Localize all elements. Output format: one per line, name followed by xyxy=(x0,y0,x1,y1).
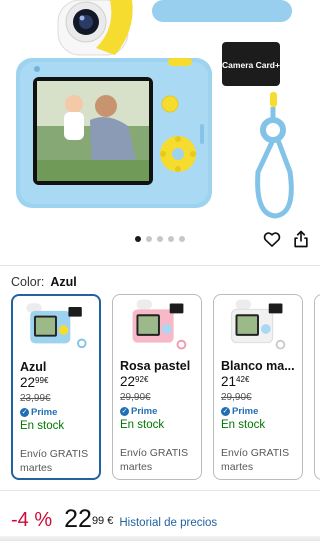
carousel-dot[interactable] xyxy=(179,236,185,242)
variant-name: Blanco ma... xyxy=(221,359,295,373)
variant-shipping: Envío GRATIS xyxy=(221,447,290,459)
variant-delivery-day: martes xyxy=(120,461,153,473)
price-fraction: 42 xyxy=(236,375,245,384)
section-divider xyxy=(0,265,320,266)
variant-thumbnail xyxy=(231,299,286,350)
variant-price: 2142€ xyxy=(221,374,249,389)
variant-price: 2292€ xyxy=(120,374,148,389)
variant-thumbnail xyxy=(132,299,187,350)
discount-percentage: -4 % xyxy=(11,509,53,531)
prime-label: Prime xyxy=(131,406,158,417)
variant-card-partial[interactable] xyxy=(314,294,320,480)
price-currency: € xyxy=(143,375,149,384)
variant-delivery-day: martes xyxy=(20,462,53,474)
variant-stock: En stock xyxy=(20,420,65,432)
price-history-link[interactable]: Historial de precios xyxy=(119,517,217,529)
heart-outline-icon[interactable] xyxy=(262,229,282,249)
price-currency: € xyxy=(107,515,114,527)
variant-price: 2299€ xyxy=(20,375,48,390)
variant-shipping: Envío GRATIS xyxy=(20,448,89,460)
current-price: 2299 € xyxy=(64,505,113,533)
price-fraction: 99 xyxy=(35,376,44,385)
variant-card-blanco[interactable]: Blanco ma... 2142€ 29,90€ ✓ Prime En stoc… xyxy=(213,294,303,480)
prime-badge: ✓ Prime xyxy=(221,406,258,417)
prime-check-icon: ✓ xyxy=(20,408,29,417)
variant-list-price: 23,99€ xyxy=(20,393,51,404)
color-variants-list: Azul 2299€ 23,99€ ✓ Prime En stock Envío … xyxy=(0,294,320,484)
carousel-dot[interactable] xyxy=(168,236,174,242)
price-currency: € xyxy=(43,376,49,385)
variant-shipping: Envío GRATIS xyxy=(120,447,189,459)
prime-badge: ✓ Prime xyxy=(20,407,57,418)
selected-color-value: Azul xyxy=(50,275,77,289)
product-image-carousel[interactable]: Camera Card+ xyxy=(0,0,320,228)
color-selector-label: Color: Azul xyxy=(11,275,77,289)
color-label: Color: xyxy=(11,275,45,289)
variant-list-price: 29,90€ xyxy=(120,392,151,403)
variant-name: Azul xyxy=(20,360,47,374)
price-summary: -4 % 2299 € Historial de precios xyxy=(11,505,217,533)
price-whole: 22 xyxy=(20,375,36,390)
share-icon[interactable] xyxy=(291,229,311,249)
variant-thumbnail xyxy=(26,303,87,349)
variant-list-price: 29,90€ xyxy=(221,392,252,403)
variant-stock: En stock xyxy=(221,419,266,431)
prime-label: Prime xyxy=(232,406,259,417)
variant-card-rosa-pastel[interactable]: Rosa pastel 2292€ 29,90€ ✓ Prime En stock… xyxy=(112,294,202,480)
prime-label: Prime xyxy=(31,407,58,418)
product-image: Camera Card+ xyxy=(16,0,294,219)
prime-check-icon: ✓ xyxy=(120,407,129,416)
variant-stock: En stock xyxy=(120,419,165,431)
price-whole: 22 xyxy=(64,505,92,533)
price-currency: € xyxy=(244,375,250,384)
carousel-dot[interactable] xyxy=(146,236,152,242)
section-divider xyxy=(0,490,320,491)
variant-card-azul[interactable]: Azul 2299€ 23,99€ ✓ Prime En stock Envío … xyxy=(11,294,101,480)
carousel-dot[interactable] xyxy=(135,236,141,242)
variant-name: Rosa pastel xyxy=(120,359,191,373)
prime-check-icon: ✓ xyxy=(221,407,230,416)
price-whole: 21 xyxy=(221,374,237,389)
variant-delivery-day: martes xyxy=(221,461,254,473)
prime-badge: ✓ Prime xyxy=(120,406,157,417)
bottom-edge xyxy=(0,536,320,541)
price-fraction: 92 xyxy=(135,375,144,384)
price-fraction: 99 xyxy=(91,515,105,527)
carousel-dot[interactable] xyxy=(157,236,163,242)
memory-card-label: Camera Card+ xyxy=(222,60,280,70)
price-whole: 22 xyxy=(120,374,136,389)
